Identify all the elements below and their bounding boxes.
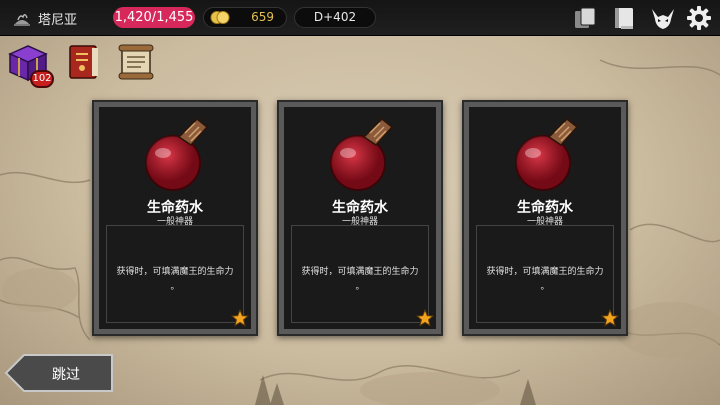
- card-description: 获得时，可填满魔王的生命力 。: [291, 225, 429, 323]
- card-desc-line2: 。: [355, 282, 365, 292]
- chest-count-badge: 102: [30, 70, 54, 88]
- card-description: 获得时，可填满魔王的生命力 。: [106, 225, 244, 323]
- top-bar: 塔尼亚 1,420/1,455 659 D+402: [0, 0, 720, 36]
- artifact-card-2[interactable]: 生命药水 一般神器 获得时，可填满魔王的生命力 。: [277, 100, 443, 336]
- star-icon: [416, 309, 434, 327]
- gold-value: 659: [251, 10, 274, 24]
- potion-icon: [330, 117, 394, 191]
- day-counter: D+402: [294, 7, 376, 28]
- coin-icon: [210, 11, 230, 24]
- cards-icon[interactable]: [572, 5, 598, 31]
- scroll-icon[interactable]: [114, 40, 158, 84]
- gear-icon[interactable]: [686, 5, 712, 31]
- gold-counter: 659: [203, 7, 287, 28]
- skip-button[interactable]: 跳过: [4, 353, 114, 393]
- artifact-card-1[interactable]: 生命药水 一般神器 获得时，可填满魔王的生命力 。: [92, 100, 258, 336]
- card-body: 生命药水 一般神器 获得时，可填满魔王的生命力 。: [284, 107, 436, 329]
- potion-icon: [515, 117, 579, 191]
- star-icon: [231, 309, 249, 327]
- artifact-card-3[interactable]: 生命药水 一般神器 获得时，可填满魔王的生命力 。: [462, 100, 628, 336]
- star-icon: [601, 309, 619, 327]
- card-desc-line1: 获得时，可填满魔王的生命力: [301, 267, 419, 277]
- card-body: 生命药水 一般神器 获得时，可填满魔王的生命力 。: [99, 107, 251, 329]
- location-icon: [14, 14, 30, 26]
- card-desc-line2: 。: [170, 282, 180, 292]
- hp-counter: 1,420/1,455: [113, 7, 195, 28]
- card-description: 获得时，可填满魔王的生命力 。: [476, 225, 614, 323]
- card-desc-line2: 。: [540, 282, 550, 292]
- card-desc-line1: 获得时，可填满魔王的生命力: [486, 267, 604, 277]
- card-body: 生命药水 一般神器 获得时，可填满魔王的生命力 。: [469, 107, 621, 329]
- location-name: 塔尼亚: [38, 13, 78, 28]
- potion-icon: [145, 117, 209, 191]
- skip-label: 跳过: [52, 367, 80, 383]
- book-icon[interactable]: [611, 5, 637, 31]
- spellbook-icon[interactable]: [62, 40, 106, 84]
- demon-lord-icon[interactable]: [650, 5, 676, 31]
- card-desc-line1: 获得时，可填满魔王的生命力: [116, 267, 234, 277]
